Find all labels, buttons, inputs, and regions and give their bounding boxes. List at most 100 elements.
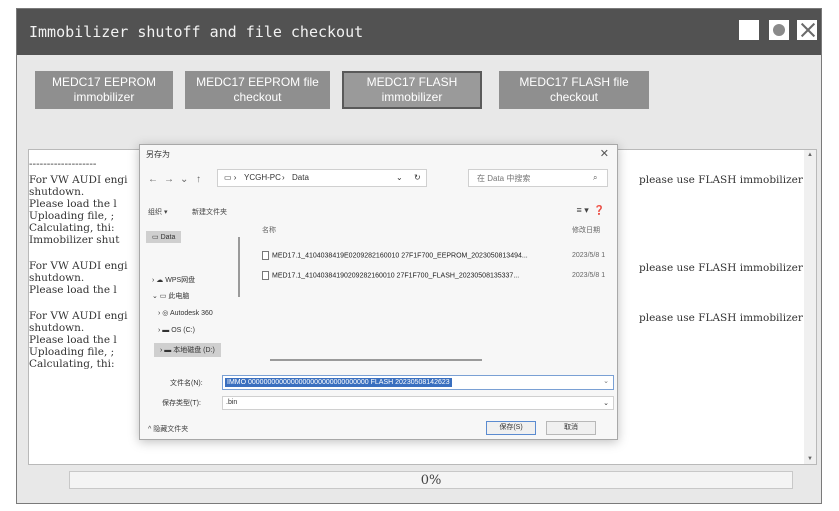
back-icon[interactable]: ← — [148, 174, 158, 185]
path-dropdown-icon[interactable]: ⌄ — [396, 173, 403, 182]
btn-label-line2: immobilizer — [381, 90, 443, 104]
progress-label: 0% — [420, 473, 442, 488]
eeprom-file-checkout-button[interactable]: MEDC17 EEPROM file checkout — [185, 71, 330, 109]
filename-input[interactable]: IMMO 0000000000000000000000000000000 FLA… — [222, 375, 614, 390]
log-line: shutdown. — [29, 322, 85, 334]
log-line: For VW AUDI engi — [29, 310, 128, 322]
nav-label: 此电脑 — [168, 293, 190, 300]
folder-icon: ▭ — [152, 234, 161, 241]
file-name: MED17.1_41040384190209282160010 27F1F700… — [272, 272, 520, 280]
column-date-header[interactable]: 修改日期 — [572, 225, 600, 235]
chevron-down-icon[interactable]: ⌄ — [603, 399, 609, 407]
filetype-select[interactable]: .bin ⌄ — [222, 396, 614, 410]
column-name-header[interactable]: 名称 — [262, 225, 276, 235]
close-button[interactable] — [797, 20, 817, 40]
log-line: Calculating, thi: — [29, 358, 115, 370]
nav-scrollbar[interactable] — [238, 237, 240, 297]
drive-icon: › ▬ — [158, 327, 172, 334]
dialog-title: 另存为 — [146, 150, 170, 159]
file-icon — [262, 271, 269, 280]
new-folder-button[interactable]: 新建文件夹 — [192, 207, 227, 217]
nav-item-wps[interactable]: › ☁ WPS网盘 — [152, 275, 195, 285]
filetype-value: .bin — [226, 399, 238, 406]
file-name: MED17.1_4104038419E0209282160010 27F1F70… — [272, 252, 528, 260]
scroll-up-icon[interactable]: ▲ — [807, 152, 813, 158]
cancel-button[interactable]: 取消 — [546, 421, 596, 435]
up-icon[interactable]: ↑ — [196, 174, 201, 185]
eeprom-immobilizer-button[interactable]: MEDC17 EEPROM immobilizer — [35, 71, 173, 109]
organize-label: 组织 ▾ — [148, 209, 168, 216]
forward-icon[interactable]: → — [164, 174, 174, 185]
path-separator: › — [282, 173, 285, 182]
file-item[interactable]: MED17.1_4104038419E0209282160010 27F1F70… — [262, 251, 528, 260]
nav-label: Data — [160, 234, 176, 241]
log-line-right: please use FLASH immobilizer — [639, 174, 803, 186]
search-input[interactable]: 在 Data 中搜索 ⌕ — [468, 169, 608, 187]
file-icon — [262, 251, 269, 260]
organize-menu[interactable]: 组织 ▾ — [148, 207, 167, 217]
nav-item-this-pc[interactable]: ⌄ ▭ 此电脑 — [152, 291, 189, 301]
maximize-button[interactable] — [769, 20, 789, 40]
log-line: Uploading file, ; — [29, 346, 115, 358]
file-list-scrollbar[interactable] — [270, 359, 482, 361]
flash-immobilizer-button[interactable]: MEDC17 FLASH immobilizer — [342, 71, 482, 109]
log-line-right: please use FLASH immobilizer — [639, 312, 803, 324]
folder-icon: ▭ › — [224, 173, 237, 182]
title-bar: Immobilizer shutoff and file checkout — [17, 9, 821, 55]
btn-label-line1: MEDC17 FLASH file — [519, 75, 629, 89]
nav-item-c-drive[interactable]: › ▬ OS (C:) — [158, 327, 195, 334]
new-folder-label: 新建文件夹 — [192, 209, 227, 216]
log-line: Uploading file, ; — [29, 210, 115, 222]
log-line: Please load the l — [29, 198, 117, 210]
scroll-down-icon[interactable]: ▼ — [807, 456, 813, 462]
btn-label-line2: immobilizer — [73, 90, 135, 104]
navigation-pane: ▭ Data › ☁ WPS网盘 ⌄ ▭ 此电脑 › ◎ Autodesk 36… — [144, 223, 240, 373]
log-separator: ------------------- — [29, 158, 97, 170]
btn-label-line2: checkout — [549, 90, 599, 104]
recent-icon[interactable]: ⌄ — [180, 174, 188, 185]
view-options-icon[interactable]: ≡ ▾ ❓ — [577, 205, 605, 216]
nav-item-d-drive[interactable]: › ▬ 本地磁盘 (D:) — [154, 343, 221, 357]
minimize-button[interactable] — [739, 20, 759, 40]
log-line: Calculating, thi: — [29, 222, 115, 234]
hide-folders-toggle[interactable]: ^ 隐藏文件夹 — [148, 424, 188, 434]
path-folder[interactable]: Data — [292, 173, 309, 182]
chevron-down-icon[interactable]: ⌄ — [603, 377, 609, 385]
nav-label: WPS网盘 — [165, 277, 196, 284]
nav-item-data[interactable]: ▭ Data — [146, 231, 182, 243]
nav-label: Autodesk 360 — [169, 310, 213, 317]
file-date: 2023/5/8 1 — [572, 252, 606, 259]
search-placeholder: 在 Data 中搜索 — [477, 174, 531, 183]
path-pc[interactable]: YCGH-PC — [244, 173, 281, 182]
flash-file-checkout-button[interactable]: MEDC17 FLASH file checkout — [499, 71, 649, 109]
refresh-icon[interactable]: ↻ — [414, 173, 421, 182]
filename-label: 文件名(N): — [170, 380, 203, 387]
btn-label-line2: checkout — [233, 90, 282, 104]
btn-label-line1: MEDC17 EEPROM — [51, 75, 157, 89]
search-icon: ⌕ — [593, 173, 598, 182]
btn-label-line1: MEDC17 FLASH — [366, 75, 458, 89]
nav-item-autodesk[interactable]: › ◎ Autodesk 360 — [158, 309, 213, 317]
log-line: Immobilizer shut — [29, 234, 120, 246]
nav-label: 本地磁盘 (D:) — [173, 347, 215, 354]
drive-icon: › ▬ — [160, 347, 174, 354]
log-line-right: please use FLASH immobilizer — [639, 262, 803, 274]
log-line: shutdown. — [29, 272, 85, 284]
log-line: For VW AUDI engi — [29, 260, 128, 272]
log-scrollbar[interactable]: ▲ ▼ — [804, 150, 816, 464]
log-line: Please load the l — [29, 334, 117, 346]
save-button[interactable]: 保存(S) — [486, 421, 536, 435]
file-item[interactable]: MED17.1_41040384190209282160010 27F1F700… — [262, 271, 519, 280]
btn-label-line1: MEDC17 EEPROM file — [196, 75, 319, 89]
progress-bar: 0% — [69, 471, 793, 489]
save-as-dialog: 另存为 ✕ ← → ⌄ ↑ ▭ › YCGH-PC › Data ⌄ ↻ 在 D… — [139, 144, 618, 440]
log-line: shutdown. — [29, 186, 85, 198]
drive-icon: › ◎ — [158, 310, 170, 317]
address-bar[interactable]: ▭ › YCGH-PC › Data ⌄ ↻ — [217, 169, 427, 187]
log-line: For VW AUDI engi — [29, 174, 128, 186]
computer-icon: ⌄ ▭ — [152, 293, 169, 300]
file-date: 2023/5/8 1 — [572, 272, 606, 279]
filetype-label: 保存类型(T): — [162, 400, 201, 407]
dialog-close-icon[interactable]: ✕ — [600, 147, 609, 160]
log-line: Please load the l — [29, 284, 117, 296]
